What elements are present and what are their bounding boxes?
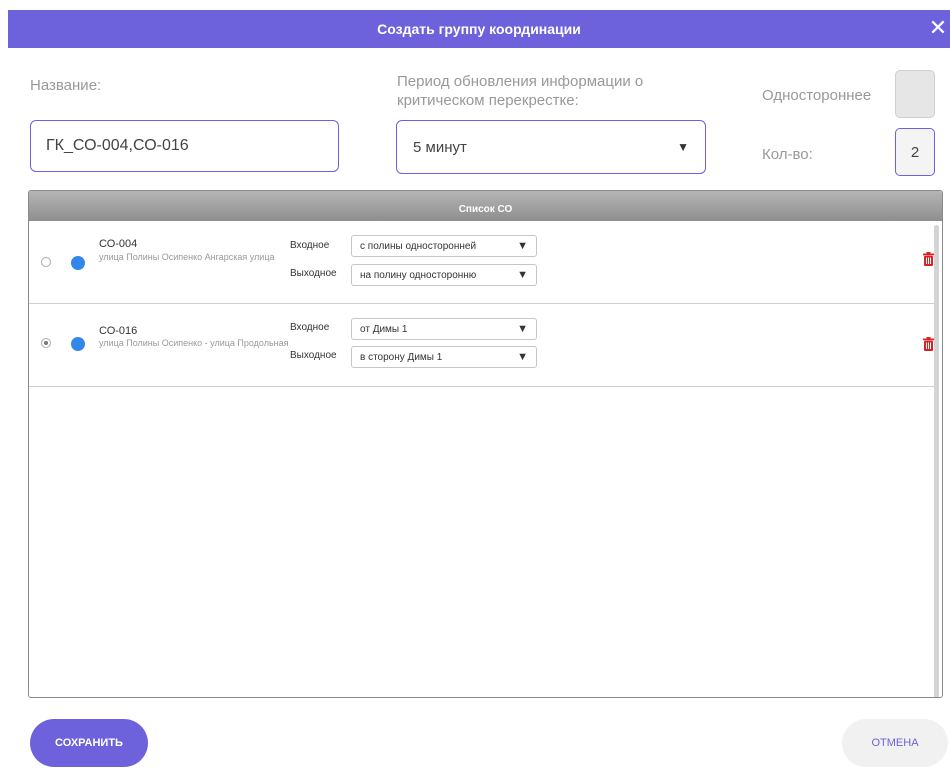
period-select-value: 5 минут (413, 138, 467, 156)
output-direction-select[interactable]: в сторону Димы 1 ▼ (351, 346, 537, 368)
oneway-checkbox[interactable] (895, 70, 935, 118)
chevron-down-icon: ▼ (517, 269, 528, 281)
save-button-label: СОХРАНИТЬ (55, 737, 123, 749)
cancel-button-label: ОТМЕНА (871, 737, 919, 749)
count-label: Кол-во: (762, 146, 813, 163)
output-direction-label: Выходное (290, 268, 337, 279)
count-field: 2 (895, 128, 935, 176)
close-icon[interactable]: ✕ (928, 17, 948, 39)
status-dot-icon (71, 337, 85, 351)
chevron-down-icon: ▼ (677, 140, 689, 154)
output-direction-value: в сторону Димы 1 (360, 351, 443, 363)
list-item: СО-016 улица Полины Осипенко - улица Про… (29, 304, 934, 387)
chevron-down-icon: ▼ (517, 323, 528, 335)
period-label: Период обновления информации о критическ… (397, 73, 644, 109)
name-input-value: ГК_СО-004,СО-016 (46, 137, 189, 154)
input-direction-label: Входное (290, 322, 330, 333)
input-direction-select[interactable]: с полины односторонней ▼ (351, 235, 537, 257)
co-address: улица Полины Осипенко - улица Продольная (99, 338, 289, 348)
count-value: 2 (910, 143, 920, 161)
row-radio[interactable] (41, 338, 51, 348)
name-input[interactable]: ГК_СО-004,СО-016 (30, 120, 339, 172)
chevron-down-icon: ▼ (517, 240, 528, 252)
input-direction-value: с полины односторонней (360, 240, 477, 252)
input-direction-value: от Димы 1 (360, 323, 408, 335)
co-list-header: Список СО (29, 191, 942, 221)
cancel-button[interactable]: ОТМЕНА (842, 719, 948, 767)
output-direction-value: на полину односторонню (360, 269, 477, 281)
period-select[interactable]: 5 минут ▼ (396, 120, 706, 174)
trash-icon[interactable] (923, 337, 934, 351)
list-item: СО-004 улица Полины Осипенко Ангарская у… (29, 221, 934, 304)
input-direction-label: Входное (290, 240, 330, 251)
status-dot-icon (71, 256, 85, 270)
input-direction-select[interactable]: от Димы 1 ▼ (351, 318, 537, 340)
chevron-down-icon: ▼ (517, 351, 528, 363)
list-scrollbar[interactable] (934, 225, 939, 697)
co-id: СО-004 (99, 238, 138, 250)
co-id: СО-016 (99, 325, 138, 337)
dialog-title: Создать группу координации (377, 21, 581, 37)
oneway-label: Одностороннее (762, 87, 872, 104)
row-radio[interactable] (41, 257, 51, 267)
output-direction-label: Выходное (290, 350, 337, 361)
save-button[interactable]: СОХРАНИТЬ (30, 719, 148, 767)
dialog-titlebar: Создать группу координации ✕ (8, 10, 950, 48)
name-label: Название: (30, 77, 102, 94)
co-address: улица Полины Осипенко Ангарская улица (99, 252, 275, 262)
co-list-title: Список СО (458, 204, 513, 215)
output-direction-select[interactable]: на полину односторонню ▼ (351, 264, 537, 286)
trash-icon[interactable] (923, 252, 934, 266)
co-list-panel: Список СО СО-004 улица Полины Осипенко А… (28, 190, 943, 698)
